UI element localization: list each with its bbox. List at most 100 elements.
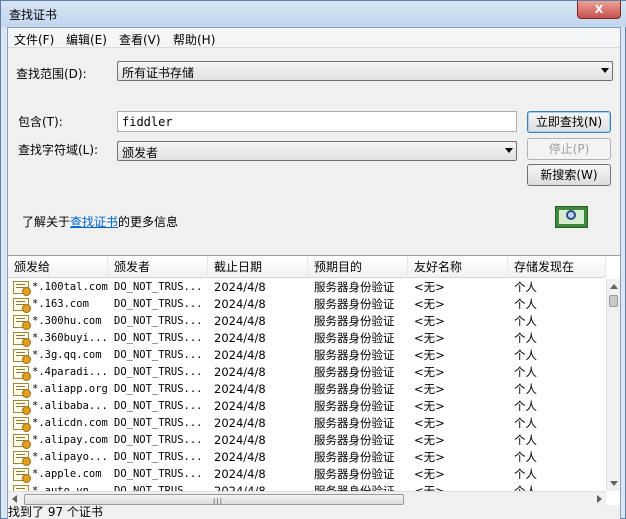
table-cell: DO_NOT_TRUS... xyxy=(114,468,203,480)
table-cell: *.apple.com xyxy=(32,468,102,480)
table-row[interactable]: *.alipayo... DO_NOT_TRUS... 2024/4/8 服务器身份验… xyxy=(8,449,606,466)
table-cell: DO_NOT_TRUS... xyxy=(114,485,203,491)
table-cell: DO_NOT_TRUS... xyxy=(114,332,203,344)
table-cell: DO_NOT_TRUS... xyxy=(114,417,203,429)
list-rows: *.100tal.com DO_NOT_TRUS... 2024/4/8 服务器身份验… xyxy=(8,279,606,491)
table-row[interactable]: *.alipay.com DO_NOT_TRUS... 2024/4/8 服务器身份验… xyxy=(8,432,606,449)
table-cell: 个人 xyxy=(514,416,537,430)
certificate-icon xyxy=(13,281,31,296)
contains-input[interactable] xyxy=(117,111,517,132)
table-cell: <无> xyxy=(414,365,445,379)
chevron-down-icon xyxy=(601,68,609,73)
help-text: 了解关于查找证书的更多信息 xyxy=(22,213,178,230)
scope-label: 查找范围(D): xyxy=(16,67,87,81)
table-cell: 服务器身份验证 xyxy=(314,433,395,447)
table-cell: 个人 xyxy=(514,297,537,311)
menu-file[interactable]: 文件(F) xyxy=(14,31,54,48)
new-search-button[interactable]: 新搜索(W) xyxy=(527,164,611,186)
table-row[interactable]: *.aliapp.org DO_NOT_TRUS... 2024/4/8 服务器身份验… xyxy=(8,381,606,398)
table-cell: 个人 xyxy=(514,382,537,396)
help-text-prefix: 了解关于 xyxy=(22,215,71,229)
table-cell: DO_NOT_TRUS... xyxy=(114,383,203,395)
table-row[interactable]: *.alicdn.com DO_NOT_TRUS... 2024/4/8 服务器身份验… xyxy=(8,415,606,432)
table-cell: <无> xyxy=(414,280,445,294)
table-cell: *.auto.vn xyxy=(32,485,89,491)
certificate-icon xyxy=(13,451,31,466)
field-select[interactable]: 颁发者 xyxy=(117,141,517,161)
table-row[interactable]: *.163.com DO_NOT_TRUS... 2024/4/8 服务器身份验证 <无… xyxy=(8,296,606,313)
scroll-thumb[interactable] xyxy=(609,295,618,307)
col-issued-by[interactable]: 颁发者 xyxy=(108,256,208,278)
title-bar[interactable]: 查找证书 X xyxy=(1,1,626,27)
certificate-icon xyxy=(13,468,31,483)
table-row[interactable]: *.100tal.com DO_NOT_TRUS... 2024/4/8 服务器身份验… xyxy=(8,279,606,296)
table-cell: <无> xyxy=(414,297,445,311)
table-cell: 2024/4/8 xyxy=(214,399,266,413)
col-issued-to[interactable]: 颁发给 xyxy=(8,256,108,278)
table-cell: 服务器身份验证 xyxy=(314,331,395,345)
scroll-up-icon[interactable] xyxy=(610,284,618,289)
table-cell: 2024/4/8 xyxy=(214,416,266,430)
table-cell: *.163.com xyxy=(32,298,89,310)
table-row[interactable]: *.alibaba... DO_NOT_TRUS... 2024/4/8 服务器身份验… xyxy=(8,398,606,415)
col-purposes[interactable]: 预期目的 xyxy=(308,256,408,278)
col-friendly-name[interactable]: 友好名称 xyxy=(408,256,508,278)
table-cell: <无> xyxy=(414,416,445,430)
table-row[interactable]: *.360buyi... DO_NOT_TRUS... 2024/4/8 服务器身份验… xyxy=(8,330,606,347)
table-cell: <无> xyxy=(414,382,445,396)
table-row[interactable]: *.auto.vn DO_NOT_TRUS... 2024/4/8 服务器身份验证 <无… xyxy=(8,483,606,491)
scroll-left-icon[interactable] xyxy=(12,495,17,503)
table-row[interactable]: *.3g.qq.com DO_NOT_TRUS... 2024/4/8 服务器身份验证… xyxy=(8,347,606,364)
vertical-scrollbar[interactable] xyxy=(606,279,620,491)
col-expiration[interactable]: 截止日期 xyxy=(208,256,308,278)
menu-edit[interactable]: 编辑(E) xyxy=(66,31,107,48)
table-cell: 个人 xyxy=(514,331,537,345)
table-cell: 2024/4/8 xyxy=(214,433,266,447)
table-row[interactable]: *.300hu.com DO_NOT_TRUS... 2024/4/8 服务器身份验证… xyxy=(8,313,606,330)
certificate-icon xyxy=(13,349,31,364)
table-cell: 服务器身份验证 xyxy=(314,365,395,379)
table-cell: 2024/4/8 xyxy=(214,297,266,311)
scroll-right-icon[interactable] xyxy=(597,495,602,503)
table-cell: DO_NOT_TRUS... xyxy=(114,400,203,412)
table-cell: <无> xyxy=(414,331,445,345)
table-cell: *.alipayo... xyxy=(32,451,108,463)
col-store[interactable]: 存储发现在 xyxy=(508,256,606,278)
table-cell: <无> xyxy=(414,399,445,413)
table-cell: *.100tal.com xyxy=(32,281,108,293)
table-cell: 服务器身份验证 xyxy=(314,467,395,481)
table-cell: DO_NOT_TRUS... xyxy=(114,451,203,463)
scope-select[interactable]: 所有证书存储 xyxy=(117,61,613,81)
table-cell: <无> xyxy=(414,467,445,481)
table-cell: 个人 xyxy=(514,399,537,413)
table-cell: 服务器身份验证 xyxy=(314,382,395,396)
certificate-search-icon xyxy=(555,206,588,228)
status-text: 找到了 97 个证书 xyxy=(8,505,103,519)
stop-button[interactable]: 停止(P) xyxy=(527,138,611,160)
field-select-value: 颁发者 xyxy=(122,146,159,160)
close-button[interactable]: X xyxy=(577,1,621,19)
table-row[interactable]: *.4paradi... DO_NOT_TRUS... 2024/4/8 服务器身份验… xyxy=(8,364,606,381)
chevron-down-icon xyxy=(505,148,513,153)
menu-view[interactable]: 查看(V) xyxy=(119,31,161,48)
menu-help[interactable]: 帮助(H) xyxy=(173,31,215,48)
table-cell: DO_NOT_TRUS... xyxy=(114,315,203,327)
table-cell: 2024/4/8 xyxy=(214,348,266,362)
table-cell: <无> xyxy=(414,433,445,447)
results-list: 颁发给 颁发者 截止日期 预期目的 友好名称 存储发现在 *.100tal.co… xyxy=(8,255,620,506)
table-row[interactable]: *.apple.com DO_NOT_TRUS... 2024/4/8 服务器身份验证… xyxy=(8,466,606,483)
table-cell: <无> xyxy=(414,348,445,362)
help-link[interactable]: 查找证书 xyxy=(70,215,118,229)
find-now-button[interactable]: 立即查找(N) xyxy=(527,111,611,133)
scope-select-value: 所有证书存储 xyxy=(122,66,195,80)
scroll-down-icon[interactable] xyxy=(610,481,618,486)
table-cell: 个人 xyxy=(514,314,537,328)
menu-bar: 文件(F) 编辑(E) 查看(V) 帮助(H) xyxy=(8,28,620,48)
table-cell: 个人 xyxy=(514,365,537,379)
table-cell: *.300hu.com xyxy=(32,315,102,327)
certificate-icon xyxy=(13,383,31,398)
status-bar: 找到了 97 个证书 xyxy=(8,505,620,519)
certificate-icon xyxy=(13,332,31,347)
table-cell: 个人 xyxy=(514,450,537,464)
table-cell: 服务器身份验证 xyxy=(314,399,395,413)
